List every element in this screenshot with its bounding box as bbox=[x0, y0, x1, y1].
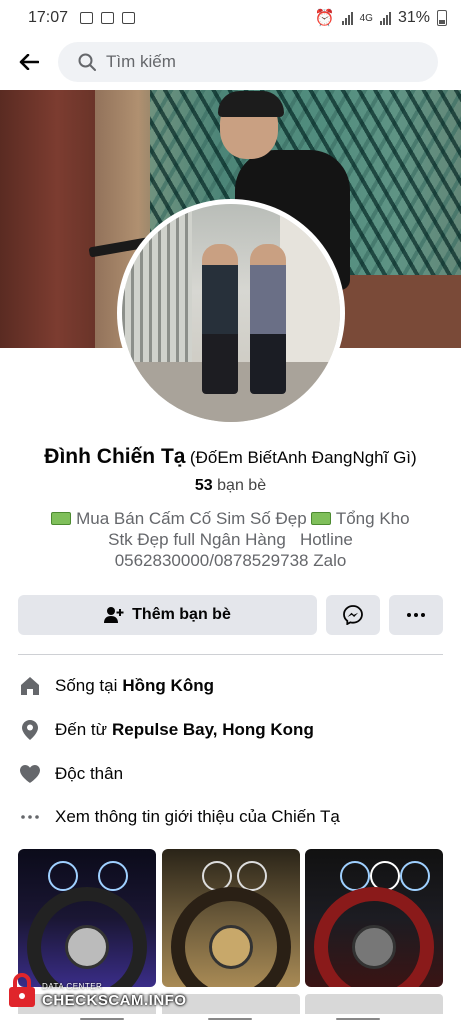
bio-line-3: Stk Đẹp full Ngân Hàng Hotline bbox=[108, 530, 353, 549]
status-time: 17:07 bbox=[28, 9, 69, 26]
more-dots-icon bbox=[18, 805, 42, 829]
profile-avatar[interactable] bbox=[117, 199, 345, 427]
add-friend-label: Thêm bạn bè bbox=[132, 606, 231, 623]
search-input[interactable]: Tìm kiếm bbox=[58, 42, 438, 82]
status-bar: 17:07 ⏰ 4G 31% bbox=[0, 0, 461, 36]
from-prefix: Đến từ bbox=[55, 720, 108, 739]
profile-name: Đình Chiến Tạ bbox=[44, 445, 186, 468]
add-friend-button[interactable]: Thêm bạn bè bbox=[18, 595, 317, 635]
photo-thumbnail[interactable] bbox=[18, 849, 156, 987]
search-icon bbox=[78, 53, 96, 71]
detail-see-about[interactable]: Xem thông tin giới thiệu của Chiến Tạ bbox=[18, 802, 443, 832]
system-nav-bar bbox=[0, 1014, 461, 1024]
network-type: 4G bbox=[359, 12, 373, 24]
status-right: ⏰ 4G 31% bbox=[315, 8, 447, 28]
bio-line-1: Mua Bán Cấm Cố Sim Số Đẹp bbox=[76, 509, 307, 528]
photo-thumbnail[interactable] bbox=[162, 849, 300, 987]
detail-relationship: Độc thân bbox=[18, 759, 443, 789]
from-value[interactable]: Repulse Bay, Hong Kong bbox=[112, 720, 314, 740]
gallery-notification-icon bbox=[80, 12, 94, 24]
profile-bio: Mua Bán Cấm Cố Sim Số Đẹp Tổng Kho Stk Đ… bbox=[0, 508, 461, 571]
friends-count[interactable]: 53 bạn bè bbox=[0, 477, 461, 495]
profile-name-row: Đình Chiến Tạ (ĐốEm BiếtAnh ĐangNghĩ Gì) bbox=[0, 445, 461, 469]
money-icon bbox=[311, 512, 332, 525]
back-arrow-icon bbox=[19, 54, 39, 70]
lock-icon bbox=[9, 973, 35, 1007]
location-pin-icon bbox=[18, 718, 42, 742]
square-notification-icon bbox=[122, 12, 136, 24]
message-button[interactable] bbox=[326, 595, 380, 635]
lives-in-prefix: Sống tại bbox=[55, 676, 118, 695]
add-friend-icon bbox=[104, 607, 124, 623]
friends-count-label: bạn bè bbox=[217, 477, 267, 494]
watermark: DATA CENTER CHECKSCAM.INFO bbox=[2, 968, 192, 1012]
signal-icon bbox=[341, 11, 353, 25]
heart-icon bbox=[18, 762, 42, 786]
bio-line-2: Tổng Kho bbox=[335, 509, 410, 528]
home-icon bbox=[18, 674, 42, 698]
battery-percent: 31% bbox=[397, 9, 430, 26]
app-notification-icon bbox=[101, 12, 115, 24]
back-button[interactable] bbox=[0, 38, 58, 86]
lives-in-value[interactable]: Hồng Kông bbox=[122, 676, 214, 696]
see-about-link[interactable]: Xem thông tin giới thiệu của Chiến Tạ bbox=[55, 807, 340, 827]
profile-actions: Thêm bạn bè bbox=[18, 595, 443, 635]
top-bar: Tìm kiếm bbox=[0, 36, 461, 88]
detail-lives-in: Sống tại Hồng Kông bbox=[18, 671, 443, 701]
bio-line-4: 0562830000/0878529738 Zalo bbox=[114, 551, 347, 570]
relationship-status: Độc thân bbox=[55, 764, 124, 783]
more-options-button[interactable] bbox=[389, 595, 443, 635]
section-divider bbox=[18, 654, 443, 655]
alarm-icon: ⏰ bbox=[314, 10, 335, 27]
photo-thumbnail[interactable] bbox=[305, 849, 443, 987]
watermark-text: CHECKSCAM.INFO bbox=[42, 992, 187, 1009]
profile-alternate-name: (ĐốEm BiếtAnh ĐangNghĩ Gì) bbox=[189, 448, 417, 467]
search-placeholder: Tìm kiếm bbox=[106, 52, 176, 71]
avatar-image bbox=[122, 204, 340, 422]
more-dots-icon bbox=[407, 613, 425, 617]
battery-icon bbox=[437, 10, 447, 26]
notification-icons bbox=[80, 12, 136, 24]
signal-icon-2 bbox=[379, 11, 391, 25]
detail-from: Đến từ Repulse Bay, Hong Kong bbox=[18, 715, 443, 745]
messenger-icon bbox=[343, 605, 363, 625]
watermark-small-text: DATA CENTER bbox=[42, 982, 103, 991]
friends-count-number: 53 bbox=[194, 477, 213, 494]
money-icon bbox=[51, 512, 72, 525]
cover-wall bbox=[0, 90, 95, 348]
